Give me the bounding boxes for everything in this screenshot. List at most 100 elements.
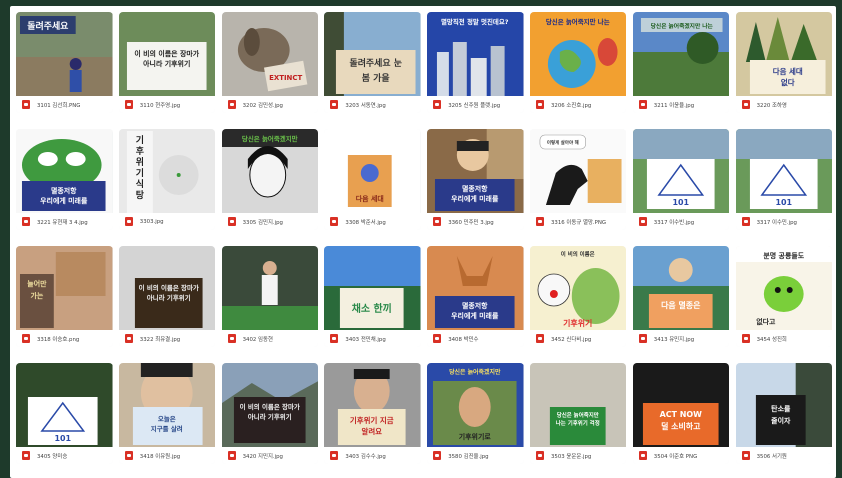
file-thumbnail[interactable]: 당신은 늙어죽지만 나는 (529, 12, 627, 96)
file-tile[interactable]: 이 비의 이름은 장마가 아니라 기후위기 3322 최유결.jpg (118, 246, 216, 347)
file-thumbnail[interactable]: 분명 공룡들도 없다고 (735, 246, 833, 330)
file-thumbnail[interactable]: 당신은 늙어죽겠지만 나는 (632, 12, 730, 96)
file-caption[interactable]: 3305 김민지.jpg (221, 213, 319, 230)
file-caption[interactable]: 3203 서동연.jpg (324, 96, 421, 113)
file-thumbnail[interactable]: 101 (632, 129, 730, 213)
file-caption[interactable]: 3503 윤운운.jpg (529, 447, 627, 464)
thumbnail-image: ACT NOW 덜 소비하고 (632, 363, 730, 447)
file-caption[interactable]: 3504 이준호 PNG (632, 447, 730, 464)
file-thumbnail[interactable]: 멸종저항 우리에게 미래를 (16, 129, 113, 213)
file-thumbnail[interactable]: 101 (735, 129, 833, 213)
file-thumbnail[interactable]: 늘어만 가는 (16, 246, 113, 330)
file-tile[interactable]: 멸종저항 우리에게 미래를 3221 유현재 3 4.jpg (16, 129, 113, 230)
file-thumbnail[interactable]: 오늘은 지구를 살려 (118, 363, 216, 447)
file-tile[interactable]: 늘어만 가는 3318 이승호.png (16, 246, 113, 347)
file-tile[interactable]: EXTINCT 3202 김민성.jpg (221, 12, 319, 113)
file-tile[interactable]: 돌려주세요 눈봄 가을 3203 서동연.jpg (324, 12, 421, 113)
file-thumbnail[interactable]: 당신은 늙어죽지만 나는 기후위기 걱정 (529, 363, 627, 447)
file-thumbnail[interactable]: 이렇게 살아야 해 (529, 129, 627, 213)
file-caption[interactable]: 3205 신주원 플랫.jpg (427, 96, 524, 113)
file-thumbnail[interactable]: 탄소를 줄이자 (735, 363, 833, 447)
file-tile[interactable]: 다음 세대 없다 3220 조하영 (735, 12, 833, 113)
file-caption[interactable]: 3322 최유결.jpg (118, 330, 216, 347)
file-tile[interactable]: 돌려주세요 3101 김선희.PNG (16, 12, 113, 113)
file-caption[interactable]: 3360 민주민 3.jpg (427, 213, 524, 230)
file-tile[interactable]: 이 비의 이름은 장마가 아니라 기후위기 3420 지민지.jpg (221, 363, 319, 464)
file-tile[interactable]: 이 비의 이름은 기후위기 3452 신다비.jpg (529, 246, 627, 347)
file-name: 3503 윤운운.jpg (550, 453, 592, 460)
file-thumbnail[interactable]: EXTINCT (221, 12, 319, 96)
file-caption[interactable]: 3405 양미승 (16, 447, 113, 464)
file-caption[interactable]: 3420 지민지.jpg (221, 447, 319, 464)
file-thumbnail[interactable]: 멸망직전 정말 멋진데요? (427, 12, 524, 96)
file-tile[interactable]: 다음 세대 3308 박준서.jpg (324, 129, 421, 230)
file-caption[interactable]: 3211 이윤율.jpg (632, 96, 730, 113)
file-tile[interactable]: 탄소를 줄이자 3506 서기원 (735, 363, 833, 464)
file-tile[interactable]: 당신은 늙어죽지만 나는 기후위기 걱정 3503 윤운운.jpg (529, 363, 627, 464)
file-tile[interactable]: 멸종저항 우리에게 미래를 3360 민주민 3.jpg (427, 129, 524, 230)
file-caption[interactable]: 3221 유현재 3 4.jpg (16, 213, 113, 230)
file-tile[interactable]: 101 3317 이수민.jpg (735, 129, 833, 230)
file-thumbnail[interactable]: 이 비의 이름은 장마가 아니라 기후위기 (221, 363, 319, 447)
file-caption[interactable]: 3413 유민지.jpg (632, 330, 730, 347)
file-caption[interactable]: 3317 이수민.jpg (735, 213, 833, 230)
file-thumbnail[interactable]: 이 비의 이름은 기후위기 (529, 246, 627, 330)
file-caption[interactable]: 3403 김수수.jpg (324, 447, 421, 464)
file-caption[interactable]: 3402 임동현 (221, 330, 319, 347)
file-caption[interactable]: 3452 신다비.jpg (529, 330, 627, 347)
file-thumbnail[interactable]: 다음 세대 (324, 129, 421, 213)
file-thumbnail[interactable]: 이 비의 이름은 장마가 아니라 기후위기 (118, 12, 216, 96)
file-caption[interactable]: 3403 전민채.jpg (324, 330, 421, 347)
file-thumbnail[interactable]: 101 (16, 363, 113, 447)
file-tile[interactable]: 당신은 늙어죽겠지만 나는 3211 이윤율.jpg (632, 12, 730, 113)
file-caption[interactable]: 3303.jpg (118, 213, 216, 230)
file-tile[interactable]: 멸종저항 우리에게 미래를 3408 박민수 (427, 246, 524, 347)
file-thumbnail[interactable]: ACT NOW 덜 소비하고 (632, 363, 730, 447)
file-thumbnail[interactable]: 기후위기 지금 알려요 (324, 363, 421, 447)
file-caption[interactable]: 3317 이수빈.jpg (632, 213, 730, 230)
file-tile[interactable]: 당신은 늙어죽지만 나는 3206 소진호.jpg (529, 12, 627, 113)
file-tile[interactable]: 101 3405 양미승 (16, 363, 113, 464)
file-thumbnail[interactable]: 채소 한끼 (324, 246, 421, 330)
file-thumbnail[interactable]: 이 비의 이름은 장마가 아니라 기후위기 (118, 246, 216, 330)
file-thumbnail[interactable]: 멸종저항 우리에게 미래를 (427, 246, 524, 330)
file-caption[interactable]: 3454 성진희 (735, 330, 833, 347)
file-caption[interactable]: 3101 김선희.PNG (16, 96, 113, 113)
file-tile[interactable]: 오늘은 지구를 살려 3418 이유원.jpg (118, 363, 216, 464)
file-thumbnail[interactable]: 멸종저항 우리에게 미래를 (427, 129, 524, 213)
file-tile[interactable]: 이렇게 살아야 해 3316 이동규 멸망.PNG (529, 129, 627, 230)
file-caption[interactable]: 3418 이유원.jpg (118, 447, 216, 464)
file-tile[interactable]: 이 비의 이름은 장마가 아니라 기후위기 3110 현주영.jpg (118, 12, 216, 113)
file-tile[interactable]: 채소 한끼 3403 전민채.jpg (324, 246, 421, 347)
file-thumbnail[interactable]: 기후위기식탕 (118, 129, 216, 213)
file-caption[interactable]: 3580 김진율.jpg (427, 447, 524, 464)
thumbnail-sign-text: 멸망직전 정말 멋진데요? (441, 17, 509, 26)
file-caption[interactable]: 3506 서기원 (735, 447, 833, 464)
file-thumbnail[interactable]: 돌려주세요 눈봄 가을 (324, 12, 421, 96)
file-caption[interactable]: 3308 박준서.jpg (324, 213, 421, 230)
file-thumbnail[interactable] (221, 246, 319, 330)
file-tile[interactable]: 당신은 늙어죽겠지만 3305 김민지.jpg (221, 129, 319, 230)
file-tile[interactable]: ACT NOW 덜 소비하고 3504 이준호 PNG (632, 363, 730, 464)
file-thumbnail[interactable]: 돌려주세요 (16, 12, 113, 96)
file-thumbnail[interactable]: 다음 멸종은 (632, 246, 730, 330)
file-tile[interactable]: 당신은 늙어죽겠지만 기후위기로 3580 김진율.jpg (427, 363, 524, 464)
file-tile[interactable]: 다음 멸종은 3413 유민지.jpg (632, 246, 730, 347)
file-tile[interactable]: 3402 임동현 (221, 246, 319, 347)
file-caption[interactable]: 3206 소진호.jpg (529, 96, 627, 113)
file-tile[interactable]: 분명 공룡들도 없다고 3454 성진희 (735, 246, 833, 347)
file-thumbnail[interactable]: 다음 세대 없다 (735, 12, 833, 96)
file-caption[interactable]: 3316 이동규 멸망.PNG (529, 213, 627, 230)
file-tile[interactable]: 101 3317 이수빈.jpg (632, 129, 730, 230)
file-tile[interactable]: 기 후 위 기 식 탕 3303.jpg (118, 129, 216, 230)
file-caption[interactable]: 3110 현주영.jpg (118, 96, 216, 113)
file-caption[interactable]: 3202 김민성.jpg (221, 96, 319, 113)
file-caption[interactable]: 3318 이승호.png (16, 330, 113, 347)
file-tile[interactable]: 기후위기 지금 알려요 3403 김수수.jpg (324, 363, 421, 464)
file-caption[interactable]: 3408 박민수 (427, 330, 524, 347)
file-caption[interactable]: 3220 조하영 (735, 96, 833, 113)
thumbnail-sign-text: 늘어만 (27, 279, 47, 288)
file-tile[interactable]: 멸망직전 정말 멋진데요? 3205 신주원 플랫.jpg (427, 12, 524, 113)
file-thumbnail[interactable]: 당신은 늙어죽겠지만 기후위기로 (427, 363, 524, 447)
file-thumbnail[interactable]: 당신은 늙어죽겠지만 (221, 129, 319, 213)
